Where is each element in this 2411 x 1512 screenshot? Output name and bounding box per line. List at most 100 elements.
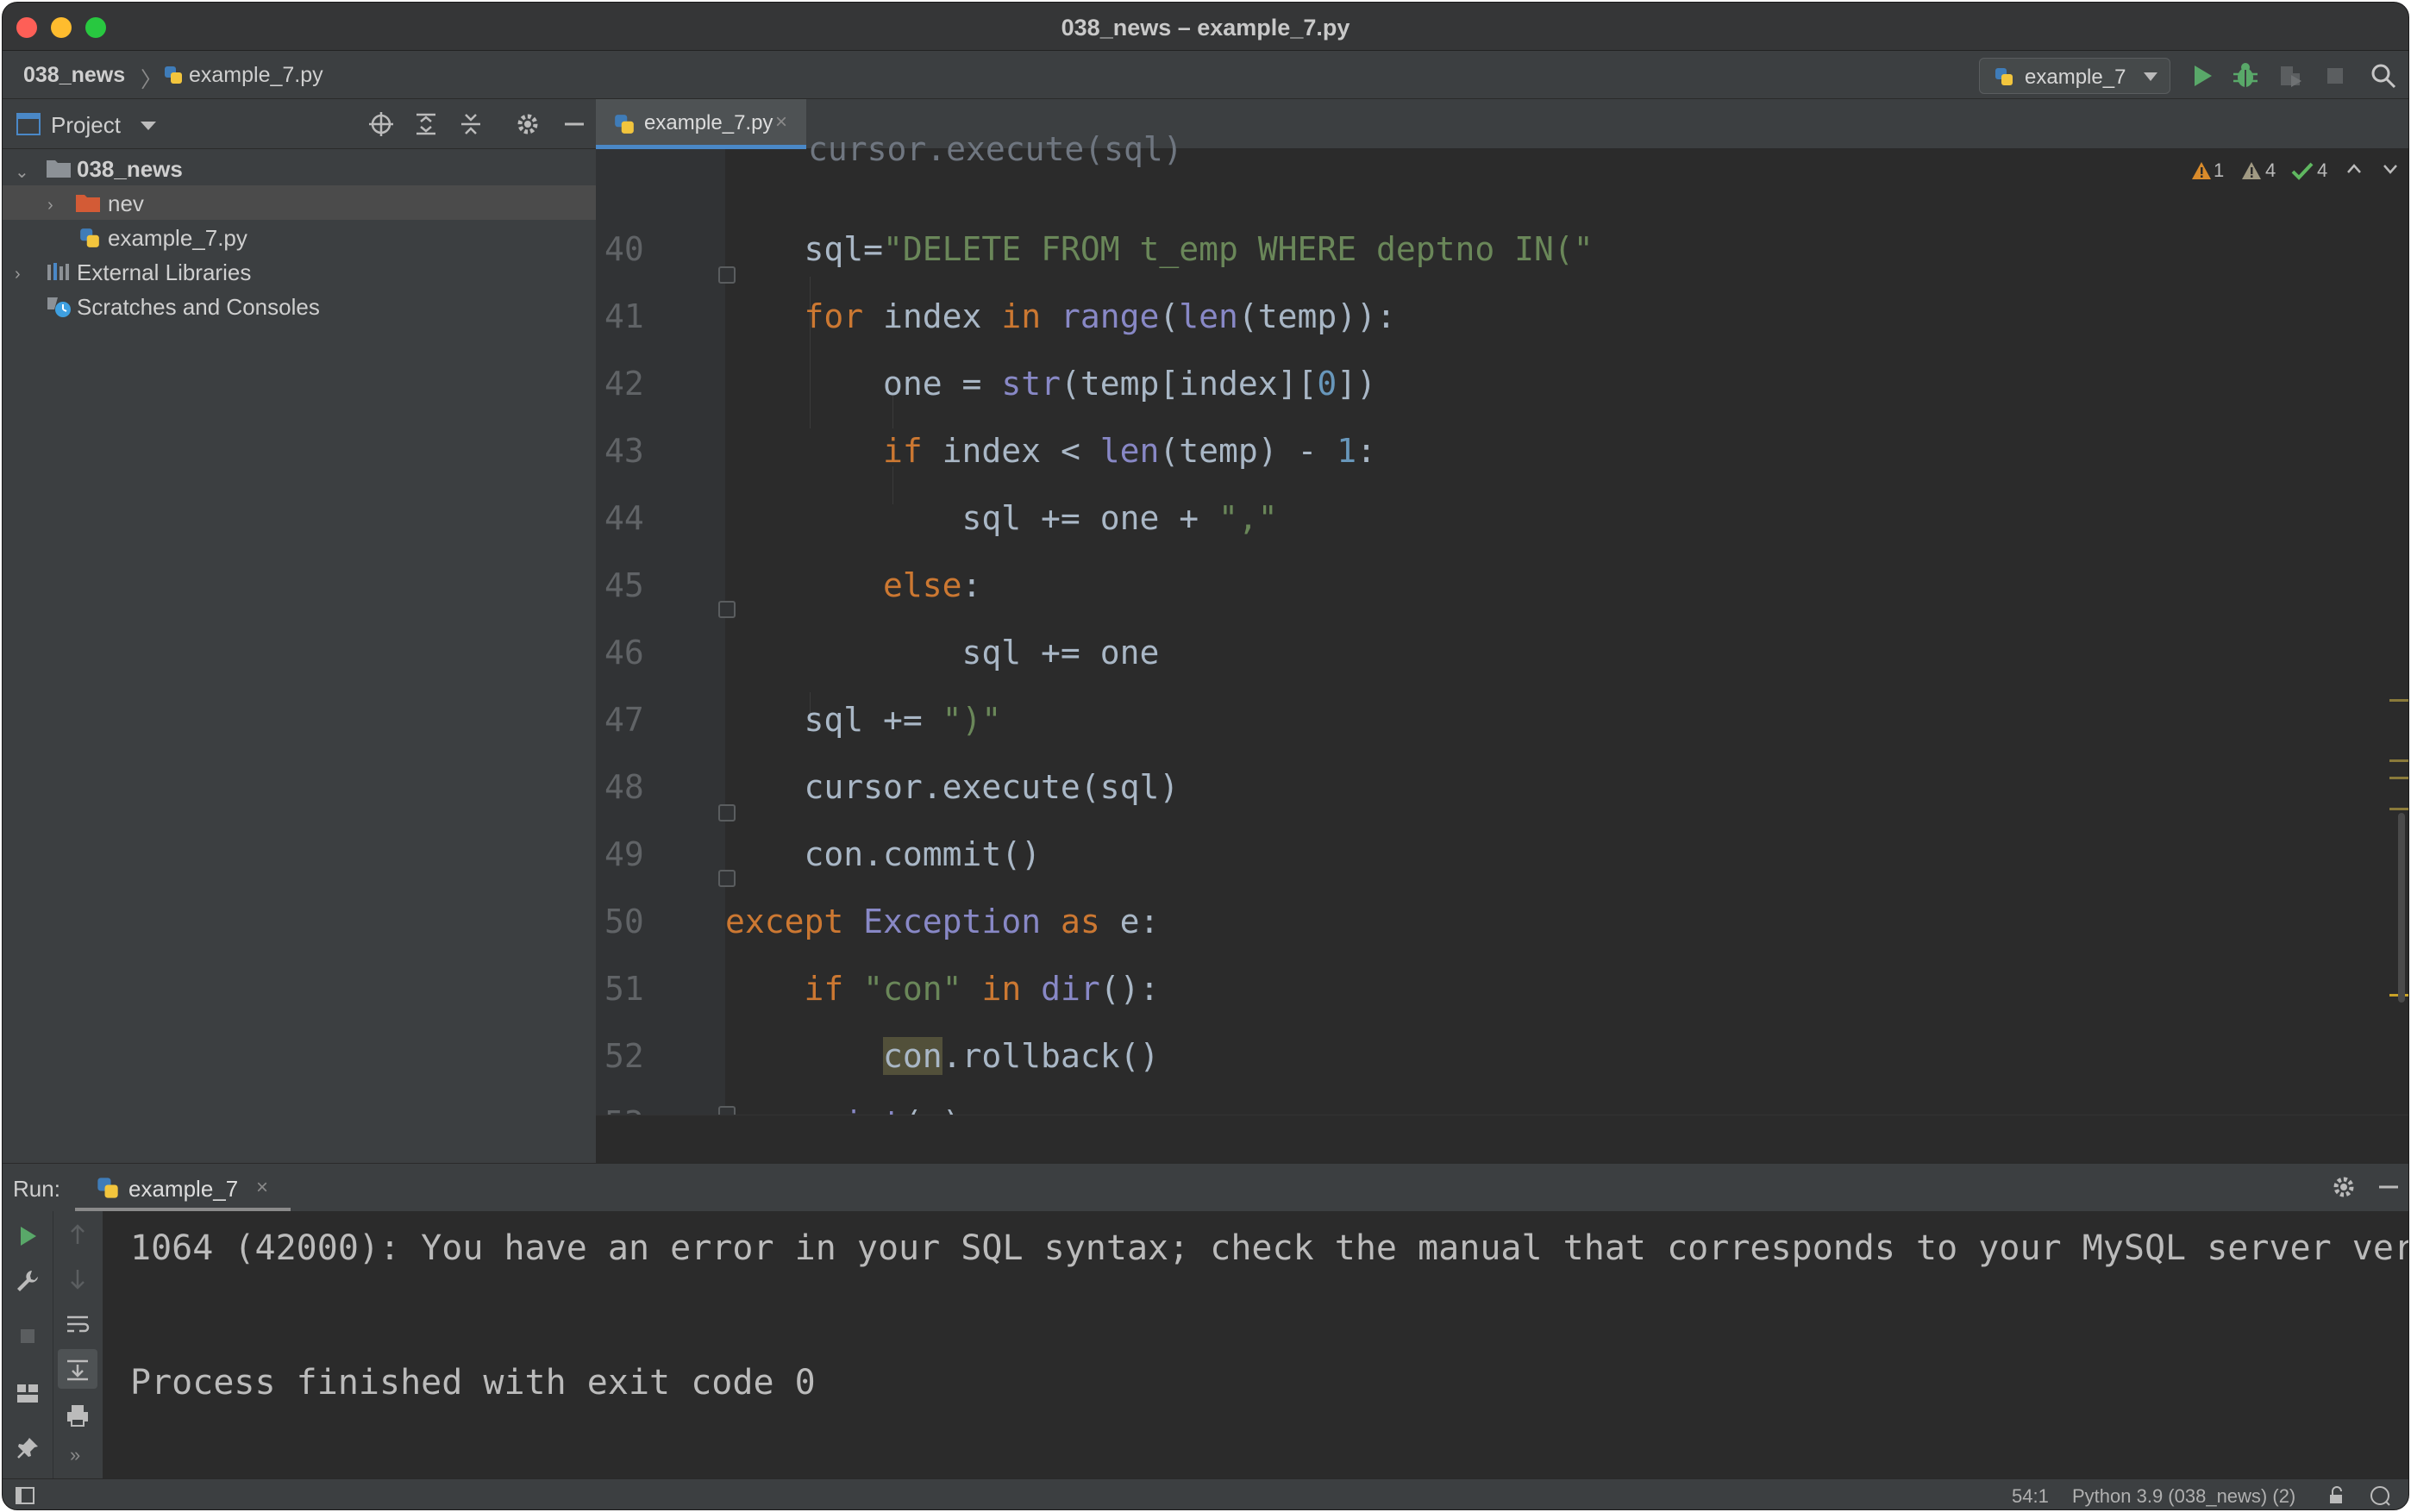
chevron-right-icon[interactable]: › [15, 265, 21, 284]
chevron-down-icon[interactable] [141, 122, 156, 132]
caret-position[interactable]: 54:1 [2012, 1485, 2049, 1508]
code-line[interactable]: cursor.execute(sql) [725, 768, 1180, 806]
warning-icon[interactable] [2241, 161, 2262, 180]
run-tab-example-7[interactable]: example_7 × [75, 1164, 291, 1212]
soft-wrap-icon[interactable] [65, 1311, 91, 1337]
debug-icon[interactable] [2231, 61, 2260, 91]
gear-icon[interactable] [2331, 1174, 2357, 1200]
run-panel-header: Run: example_7 × [3, 1163, 2408, 1212]
arrow-down-icon[interactable] [65, 1266, 91, 1292]
tree-item-external-libraries[interactable]: › External Libraries [3, 254, 596, 289]
code-token: ]) [1337, 365, 1377, 403]
code-line[interactable]: con.rollback() [725, 1037, 1159, 1075]
line-number: 43 [604, 432, 644, 470]
fold-marker[interactable] [718, 601, 736, 618]
chevron-up-icon[interactable] [2346, 163, 2362, 175]
code-line[interactable]: else: [725, 566, 981, 604]
lock-icon[interactable] [2327, 1486, 2346, 1505]
breadcrumb-project[interactable]: 038_news [23, 63, 125, 88]
tree-item-example-7[interactable]: example_7.py [3, 220, 596, 254]
code-line[interactable]: for index in range(len(temp)): [725, 297, 1396, 335]
tree-label-external-libraries: External Libraries [77, 259, 252, 285]
scroll-marker[interactable] [2389, 777, 2408, 779]
scroll-marker[interactable] [2389, 808, 2408, 810]
warning-count: 4 [2265, 159, 2276, 181]
line-number: 49 [604, 835, 644, 873]
hide-panel-icon[interactable] [2376, 1174, 2402, 1200]
stop-icon[interactable] [2320, 61, 2350, 91]
ide-window: 038_news – example_7.py 038_news 〉 examp… [2, 2, 2409, 1510]
scratches-icon [47, 297, 71, 317]
fold-marker[interactable] [718, 266, 736, 284]
code-token: : [961, 566, 982, 604]
gear-icon[interactable] [515, 111, 541, 137]
layout-icon[interactable] [15, 1380, 41, 1406]
tree-item-038-news[interactable]: ⌄ 038_news [3, 151, 596, 185]
scroll-marker[interactable] [2389, 699, 2408, 702]
chevron-down-icon[interactable] [2383, 163, 2398, 175]
editor-scrollbar[interactable] [2398, 813, 2405, 1003]
python-file-icon [80, 228, 99, 247]
notifications-icon[interactable] [2369, 1484, 2391, 1507]
scroll-marker[interactable] [2389, 759, 2408, 762]
collapse-all-icon[interactable] [458, 111, 484, 137]
chevron-right-icon[interactable]: › [47, 196, 53, 216]
code-editor[interactable]: cursor.execute(sql) 40 sql="DELETE FROM … [596, 130, 2408, 1163]
stop-icon[interactable] [15, 1323, 41, 1349]
code-line[interactable]: sql += one [725, 634, 1160, 672]
code-line[interactable]: sql += one + "," [725, 499, 1278, 537]
run-with-coverage-icon[interactable] [2276, 61, 2305, 91]
tab-example-7[interactable]: example_7.py × [596, 99, 806, 149]
code-line[interactable]: sql += ")" [725, 701, 1002, 739]
breadcrumb-file[interactable]: example_7.py [189, 63, 323, 88]
window-title: 038_news – example_7.py [1061, 15, 1350, 41]
expand-all-icon[interactable] [413, 111, 439, 137]
code-token: index [863, 297, 1002, 335]
print-icon[interactable] [65, 1403, 91, 1428]
close-tab-icon[interactable]: × [775, 110, 787, 134]
search-icon[interactable] [2369, 61, 2398, 91]
line-number: 44 [604, 499, 644, 537]
pin-icon[interactable] [15, 1435, 41, 1461]
more-actions-icon[interactable]: » [70, 1444, 80, 1466]
code-line[interactable]: except Exception as e: [725, 903, 1159, 940]
code-token: .rollback() [942, 1037, 1160, 1075]
run-icon[interactable] [2188, 61, 2217, 91]
run-console-output[interactable]: 1064 (42000): You have an error in your … [103, 1211, 2408, 1478]
wrench-icon[interactable] [15, 1268, 41, 1294]
code-token: cursor.execute(sql) [804, 768, 1180, 806]
code-token: one = [883, 365, 1002, 403]
tree-item-scratches[interactable]: Scratches and Consoles [3, 289, 596, 323]
code-line[interactable]: if "con" in dir(): [725, 970, 1160, 1008]
code-token: len [1179, 297, 1238, 335]
close-run-tab-icon[interactable]: × [256, 1176, 268, 1200]
code-token: except [725, 903, 844, 940]
hide-panel-icon[interactable] [561, 111, 587, 137]
rerun-icon[interactable] [15, 1223, 41, 1249]
line-number: 41 [604, 297, 644, 335]
tree-label-example-7: example_7.py [108, 225, 247, 251]
tool-windows-icon[interactable] [15, 1486, 35, 1505]
tree-label-scratches: Scratches and Consoles [77, 294, 320, 320]
code-token: "con" [863, 970, 962, 1008]
code-token: (temp)): [1237, 297, 1396, 335]
code-line[interactable]: sql="DELETE FROM t_emp WHERE deptno IN(" [725, 230, 1594, 268]
tree-item-nev[interactable]: › nev [3, 185, 596, 220]
checkmark-icon[interactable] [2291, 161, 2314, 180]
python-interpreter[interactable]: Python 3.9 (038_news) (2) [2072, 1485, 2295, 1508]
chevron-down-icon[interactable]: ⌄ [15, 161, 29, 183]
code-line[interactable]: one = str(temp[index][0]) [725, 365, 1376, 403]
code-line[interactable]: if index < len(temp) - 1: [725, 432, 1376, 470]
project-view-selector[interactable]: Project [51, 112, 121, 139]
code-token: ")" [942, 701, 1002, 739]
error-icon[interactable] [2191, 161, 2212, 180]
arrow-up-icon[interactable] [65, 1221, 91, 1247]
code-line[interactable]: con.commit() [725, 835, 1042, 873]
code-token: "," [1218, 499, 1278, 537]
fold-marker[interactable] [718, 804, 736, 822]
run-configuration-selector[interactable]: example_7 [1979, 58, 2170, 94]
scroll-to-end-icon[interactable] [65, 1356, 91, 1382]
fold-marker[interactable] [718, 870, 736, 887]
locate-file-icon[interactable] [368, 111, 394, 137]
line-number: 45 [604, 566, 644, 604]
